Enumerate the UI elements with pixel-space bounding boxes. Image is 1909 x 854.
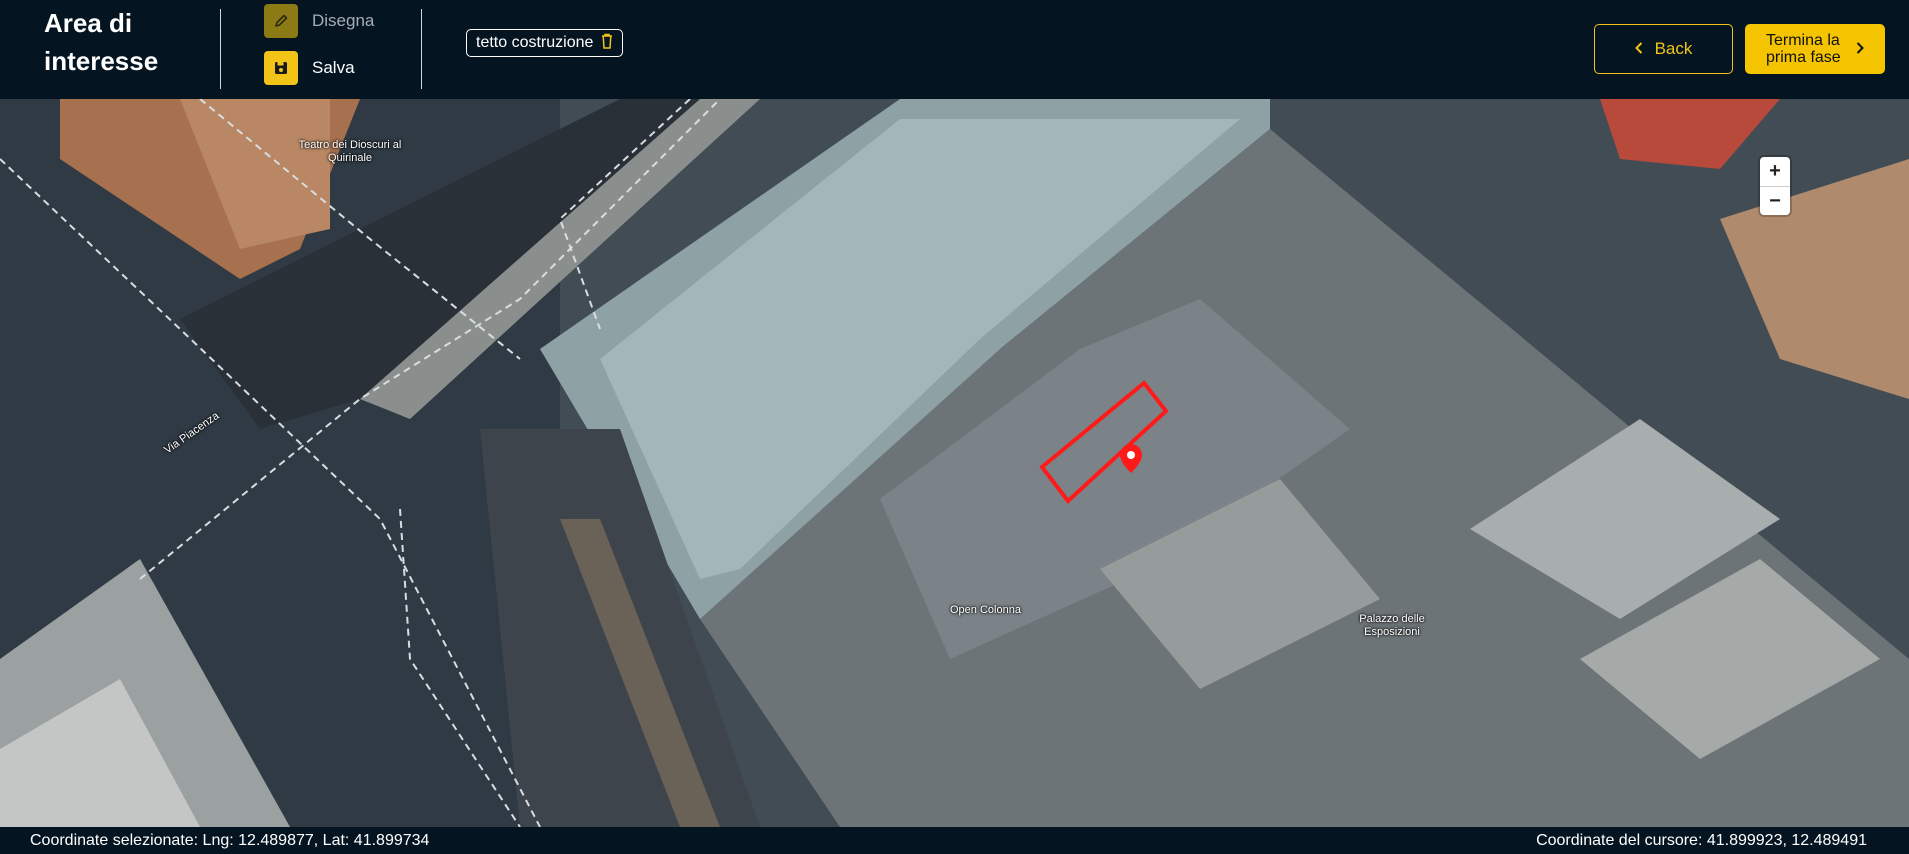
satellite-map[interactable]: Teatro dei Dioscuri al Quirinale Via Pia… [0, 99, 1909, 827]
satellite-imagery [0, 99, 1909, 827]
divider [421, 9, 422, 89]
back-label: Back [1654, 39, 1693, 58]
zoom-control: + − [1760, 157, 1790, 215]
coordinates-bar: Coordinate selezionate: Lng: 12.489877, … [0, 827, 1909, 854]
poi-label-teatro: Teatro dei Dioscuri al Quirinale [298, 139, 402, 164]
chevron-left-icon [1634, 39, 1643, 59]
trash-icon[interactable] [601, 33, 613, 54]
top-toolbar: Area di interesse Disegna Salva tetto co… [0, 0, 1909, 99]
selected-coordinates: Coordinate selezionate: Lng: 12.489877, … [30, 832, 430, 849]
finish-phase-label: Termina la prima fase [1766, 32, 1841, 66]
poi-label-palazzo: Palazzo delle Esposizioni [1359, 613, 1425, 638]
cursor-coordinates: Coordinate del cursore: 41.899923, 12.48… [1536, 832, 1867, 849]
divider [220, 9, 221, 89]
floppy-disk-icon [264, 51, 298, 85]
back-button[interactable]: Back [1594, 24, 1733, 74]
poi-label-open-colonna: Open Colonna [950, 604, 1021, 616]
chevron-right-icon [1856, 41, 1864, 58]
page-title: Area di interesse [44, 8, 159, 76]
save-label: Salva [312, 58, 355, 77]
save-button[interactable]: Salva [264, 51, 355, 85]
draw-tool-button[interactable]: Disegna [264, 4, 374, 38]
pencil-icon [264, 4, 298, 38]
zoom-in-button[interactable]: + [1760, 157, 1790, 187]
area-chip[interactable]: tetto costruzione [466, 29, 624, 57]
area-chip-label: tetto costruzione [476, 34, 594, 51]
zoom-out-button[interactable]: − [1760, 187, 1790, 216]
draw-tool-label: Disegna [312, 11, 375, 30]
finish-phase-button[interactable]: Termina la prima fase [1745, 24, 1885, 74]
